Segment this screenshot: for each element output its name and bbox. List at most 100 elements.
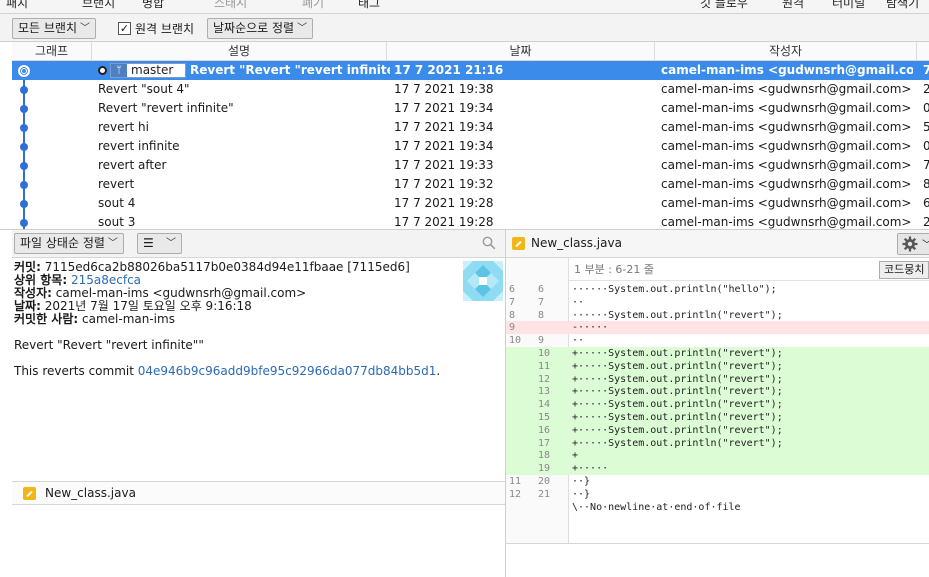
diff-line-context[interactable]: 11 20 ··} — [506, 475, 929, 488]
column-date[interactable]: 날짜 — [387, 42, 655, 61]
commit-hash: 7115ed6ca2b88026ba5117b0e0384d94e11fbaae… — [44, 260, 410, 274]
new-line-number: 8 — [538, 309, 545, 321]
new-line-number: 12 — [538, 373, 551, 385]
reverted-commit-link[interactable]: 04e946b9c96add9bfe95c92966da077db84bb5d1 — [138, 364, 437, 378]
commit-row[interactable]: Revert "revert infinite" 17 7 2021 19:34… — [12, 99, 929, 118]
diff-line-added[interactable]: 19 +····· — [506, 462, 929, 476]
remote-branches-checkbox[interactable]: ✓ — [118, 21, 131, 35]
toolbar-discard[interactable]: 폐기 — [302, 0, 324, 11]
chevron-down-icon: ﹀ — [107, 238, 118, 249]
remote-branches-toggle[interactable]: ✓ 원격 브랜치 — [118, 20, 194, 36]
commit-description: revert — [98, 177, 135, 191]
modified-file-icon — [23, 487, 36, 500]
commit-node-icon — [20, 181, 28, 189]
toolbar-merge[interactable]: 병합 — [142, 0, 164, 11]
new-line-number: 13 — [538, 386, 551, 398]
toolbar-explorer[interactable]: 탐색기 — [886, 0, 919, 11]
new-line-number: 21 — [538, 488, 551, 500]
commit-row[interactable]: sout 4 17 7 2021 19:28 camel-man-ims <gu… — [12, 194, 929, 213]
search-icon[interactable] — [482, 236, 496, 250]
column-author[interactable]: 작성자 — [655, 42, 917, 61]
committer-line: 커밋한 사람: camel-man-ims — [14, 312, 175, 326]
head-commit-icon — [18, 65, 30, 77]
diff-line-added[interactable]: 15 +·····System.out.println("revert"); — [506, 411, 929, 424]
commit-node-icon — [20, 162, 28, 170]
old-line-number: 8 — [509, 309, 516, 321]
toolbar-git-flow[interactable]: 깃 플로우 — [700, 0, 748, 11]
sort-order-dropdown[interactable]: 날짜순으로 정렬 ﹀ — [207, 18, 314, 39]
new-line-number: 7 — [538, 296, 545, 308]
commit-date: 17 7 2021 19:33 — [394, 158, 494, 172]
commit-row[interactable]: revert after 17 7 2021 19:33 camel-man-i… — [12, 156, 929, 175]
author-value: camel-man-ims <gudwnsrh@gmail.com> — [55, 286, 307, 300]
commit-row[interactable]: Revert "sout 4" 17 7 2021 19:38 camel-ma… — [12, 80, 929, 99]
diff-line-context[interactable]: 10 9 ·· — [506, 334, 929, 347]
diff-line-added[interactable]: 17 +·····System.out.println("revert"); — [506, 436, 929, 450]
commit-description: revert hi — [98, 120, 149, 134]
list-view-icon: ☰ — [143, 236, 154, 250]
commit-row-selected[interactable]: ᛘ master Revert "Revert "revert infinite… — [12, 61, 929, 80]
column-description[interactable]: 설명 — [92, 42, 387, 61]
commit-author: camel-man-ims <gudwnsrh@gmail.com> — [661, 196, 912, 210]
diff-line-context[interactable]: 8 8 ······System.out.println("revert"); — [506, 309, 929, 322]
hunk-action-button[interactable]: 코드뭉치 — [879, 261, 929, 279]
branch-filter-label: 모든 브랜치 — [18, 21, 78, 35]
diff-line-context[interactable]: 6 6 ······System.out.println("hello"); — [506, 283, 929, 296]
commit-id: 8 — [923, 177, 929, 191]
commit-node-icon — [20, 86, 28, 94]
avatar — [463, 261, 503, 301]
column-graph[interactable]: 그래프 — [12, 42, 92, 61]
commit-date: 17 7 2021 19:34 — [394, 101, 494, 115]
modified-file-icon — [512, 237, 525, 250]
new-line-number: 10 — [538, 348, 551, 359]
diff-code: ······System.out.println("hello"); — [572, 284, 777, 295]
commit-description: revert infinite — [98, 139, 180, 153]
date-value: 2021년 7월 17일 토요일 오후 9:16:18 — [44, 299, 252, 313]
diff-line-added[interactable]: 11 +·····System.out.println("revert"); — [506, 359, 929, 373]
commit-id: 5 — [923, 120, 929, 134]
old-line-number: 11 — [509, 476, 522, 487]
parent-commit-link[interactable]: 215a8ecfca — [71, 273, 141, 287]
file-list-item[interactable]: New_class.java — [12, 481, 505, 505]
new-line-number: 19 — [538, 463, 551, 475]
commit-date: 17 7 2021 19:28 — [394, 215, 494, 229]
diff-line-added[interactable]: 10 +·····System.out.println("revert"); — [506, 347, 929, 360]
new-line-number: 16 — [538, 424, 551, 436]
commit-node-icon — [20, 219, 28, 227]
toolbar-terminal[interactable]: 터미널 — [832, 0, 865, 11]
new-line-number: 15 — [538, 412, 551, 423]
diff-line-removed[interactable]: 9 -····· — [506, 321, 929, 335]
branch-tag-master[interactable]: ᛘ master — [110, 62, 187, 78]
toolbar-remote[interactable]: 원격 — [782, 0, 804, 11]
diff-line-context[interactable]: 12 21 ··} — [506, 488, 929, 501]
diff-line-added[interactable]: 14 +·····System.out.println("revert"); — [506, 398, 929, 412]
branch-filter-dropdown[interactable]: 모든 브랜치 ﹀ — [12, 18, 97, 39]
commit-row[interactable]: revert infinite 17 7 2021 19:34 camel-ma… — [12, 137, 929, 156]
commit-row[interactable]: revert 17 7 2021 19:32 camel-man-ims <gu… — [12, 175, 929, 194]
file-sort-dropdown[interactable]: 파일 상태순 정렬 ﹀ — [14, 233, 124, 254]
new-line-number: 20 — [538, 476, 551, 487]
toolbar-tag[interactable]: 태그 — [358, 0, 380, 11]
diff-line-context[interactable]: \··No·newline·at·end·of·file — [506, 501, 929, 514]
commit-author: camel-man-ims <gudwnsrh@gmail.com> — [661, 120, 912, 134]
commit-author: camel-man-ims <gudwnsrh@gmail.com> — [661, 177, 912, 191]
commit-row[interactable]: sout 3 17 7 2021 19:28 camel-man-ims <gu… — [12, 213, 929, 229]
commit-id: 7 — [923, 63, 929, 77]
diff-line-added[interactable]: 18 + — [506, 449, 929, 463]
commit-author: camel-man-ims <gudwnsrh@gmail.com> — [661, 101, 912, 115]
toolbar-stash[interactable]: 스태시 — [214, 0, 247, 11]
commit-list: ᛘ master Revert "Revert "revert infinite… — [12, 61, 929, 229]
committer-value: camel-man-ims — [82, 312, 175, 326]
diff-line-context[interactable]: 7 7 ·· — [506, 296, 929, 309]
view-mode-dropdown[interactable]: ☰ ﹀ — [137, 233, 182, 254]
branch-tag-label: master — [131, 62, 174, 77]
diff-line-added[interactable]: 12 +·····System.out.println("revert"); — [506, 372, 929, 386]
toolbar-patch[interactable]: 패치 — [6, 0, 28, 11]
toolbar-branch[interactable]: 브랜치 — [82, 0, 115, 11]
commit-row[interactable]: revert hi 17 7 2021 19:34 camel-man-ims … — [12, 118, 929, 137]
diff-line-added[interactable]: 16 +·····System.out.println("revert"); — [506, 423, 929, 437]
diff-line-added[interactable]: 13 +·····System.out.println("revert"); — [506, 385, 929, 399]
old-line-number: 12 — [509, 488, 522, 500]
diff-options-button[interactable]: ﹀ — [897, 233, 929, 255]
commit-author: camel-man-ims <gudwnsrh@gmail.com> — [661, 215, 912, 229]
